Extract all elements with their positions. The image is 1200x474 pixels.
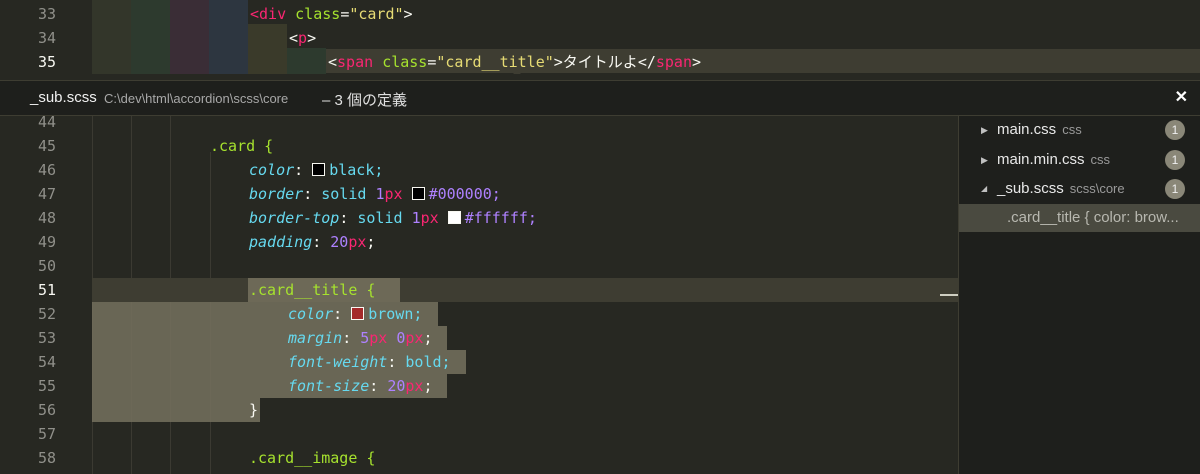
- indent-guide-band: [209, 0, 248, 74]
- line-number: 47: [37, 185, 56, 203]
- main-editor[interactable]: 33 34 35 <div class="card"> <p> <span cl…: [0, 0, 1200, 74]
- peek-definition-panel: 44 45 46 47 48 49 50 51 52 53 54 55 56 57 58 .card { c…: [0, 116, 1200, 474]
- code-line[interactable]: <p>: [289, 26, 316, 50]
- reference-file[interactable]: ◢ _sub.scss scss\core 1: [959, 175, 1200, 203]
- peek-pointer-icon: [510, 70, 524, 74]
- chevron-right-icon: ▶: [981, 125, 988, 135]
- code-line[interactable]: color: black;: [249, 158, 383, 182]
- line-number: 51: [37, 281, 56, 299]
- count-badge: 1: [1165, 120, 1185, 140]
- indent-guide-band: [170, 0, 209, 74]
- line-number: 54: [37, 353, 56, 371]
- color-swatch[interactable]: [351, 307, 365, 320]
- line-number: 46: [37, 161, 56, 179]
- chevron-down-icon: ◢: [981, 184, 988, 193]
- line-number: 56: [37, 401, 56, 419]
- code-line[interactable]: .card {: [210, 134, 273, 158]
- code-line[interactable]: font-weight: bold;: [288, 350, 451, 374]
- line-number: 35: [37, 53, 56, 71]
- close-icon[interactable]: ✕: [1175, 87, 1188, 107]
- indent-guide-band: [92, 0, 131, 74]
- color-swatch[interactable]: [411, 187, 425, 200]
- peek-summary: – 3 個の定義: [322, 92, 408, 109]
- count-badge: 1: [1165, 179, 1185, 199]
- reference-file[interactable]: ▶ main.min.css css 1: [959, 146, 1200, 174]
- code-line[interactable]: <div class="card">: [250, 2, 413, 26]
- code-line[interactable]: border-top: solid 1px #ffffff;: [249, 206, 537, 230]
- code-line[interactable]: border: solid 1px #000000;: [249, 182, 501, 206]
- line-number: 48: [37, 209, 56, 227]
- color-swatch[interactable]: [312, 163, 326, 176]
- line-number: 55: [37, 377, 56, 395]
- indent-guide-band: [248, 24, 287, 74]
- indent-guide-band: [131, 0, 170, 74]
- code-line[interactable]: .card__title {: [249, 278, 375, 302]
- line-number: 45: [37, 137, 56, 155]
- peek-editor[interactable]: 44 45 46 47 48 49 50 51 52 53 54 55 56 57 58 .card { c…: [0, 116, 958, 474]
- peek-definition-header: _sub.scss C:\dev\html\accordion\scss\cor…: [0, 80, 1200, 116]
- chevron-right-icon: ▶: [981, 155, 988, 165]
- code-line[interactable]: margin: 5px 0px;: [288, 326, 433, 350]
- reference-item-selected[interactable]: .card__title { color: brow...: [959, 204, 1200, 232]
- color-swatch[interactable]: [447, 211, 461, 224]
- code-line[interactable]: color: brown;: [288, 302, 422, 326]
- line-number: 50: [37, 257, 56, 275]
- line-number: 34: [37, 29, 56, 47]
- line-number: 52: [37, 305, 56, 323]
- code-line[interactable]: }: [249, 398, 258, 422]
- scroll-marker: [940, 294, 958, 296]
- code-line[interactable]: font-size: 20px;: [288, 374, 433, 398]
- reference-file[interactable]: ▶ main.css css 1: [959, 116, 1200, 144]
- code-line[interactable]: .card__image {: [249, 446, 375, 470]
- line-number: 58: [37, 449, 56, 467]
- count-badge: 1: [1165, 150, 1185, 170]
- line-number: 57: [37, 425, 56, 443]
- peek-filename: _sub.scss: [30, 89, 97, 106]
- selection-highlight: [92, 398, 260, 422]
- code-line[interactable]: padding: 20px;: [249, 230, 375, 254]
- peek-references-list[interactable]: ▶ main.css css 1 ▶ main.min.css css 1 ◢ _s…: [958, 116, 1200, 474]
- indent-guide-band: [287, 48, 326, 74]
- line-number: 33: [37, 5, 56, 23]
- line-number: 49: [37, 233, 56, 251]
- line-number: 53: [37, 329, 56, 347]
- current-line-highlight: [92, 278, 958, 302]
- peek-path: C:\dev\html\accordion\scss\core: [104, 91, 289, 106]
- line-number: 44: [37, 116, 56, 131]
